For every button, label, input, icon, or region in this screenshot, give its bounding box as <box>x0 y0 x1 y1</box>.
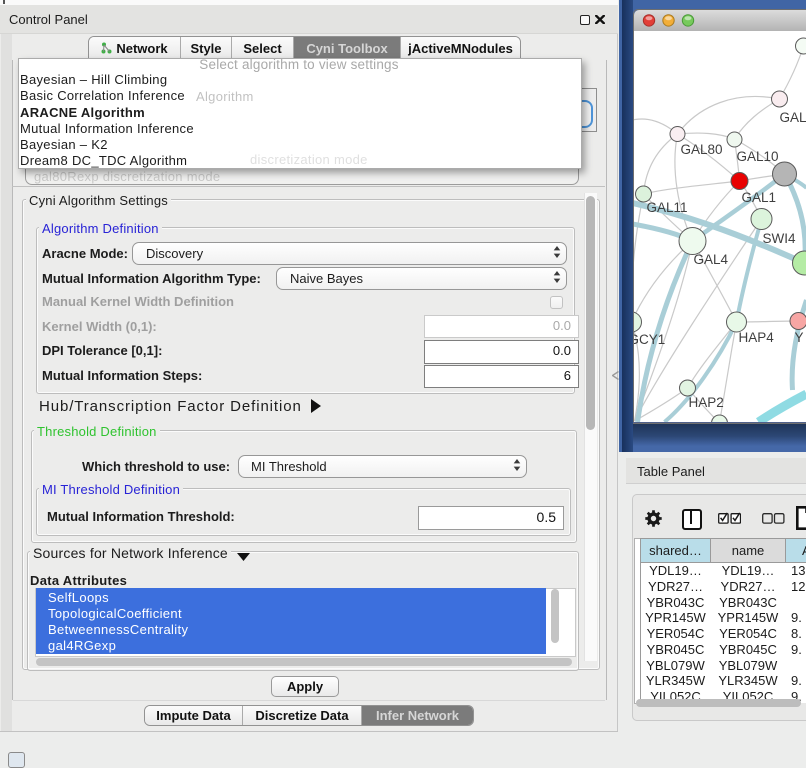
svg-text:GAL1: GAL1 <box>741 190 776 205</box>
svg-text:GAL11: GAL11 <box>646 200 687 215</box>
svg-text:HAP4: HAP4 <box>738 330 774 345</box>
svg-text:SWI4: SWI4 <box>762 231 795 246</box>
svg-text:GAL80: GAL80 <box>680 142 722 157</box>
svg-text:GCY1: GCY1 <box>634 332 665 347</box>
svg-text:GAL10: GAL10 <box>736 149 778 164</box>
svg-text:HAP2: HAP2 <box>688 395 723 410</box>
svg-text:GAL4: GAL4 <box>693 252 728 267</box>
svg-text:Y: Y <box>794 330 803 345</box>
svg-text:GAL8: GAL8 <box>779 110 806 125</box>
